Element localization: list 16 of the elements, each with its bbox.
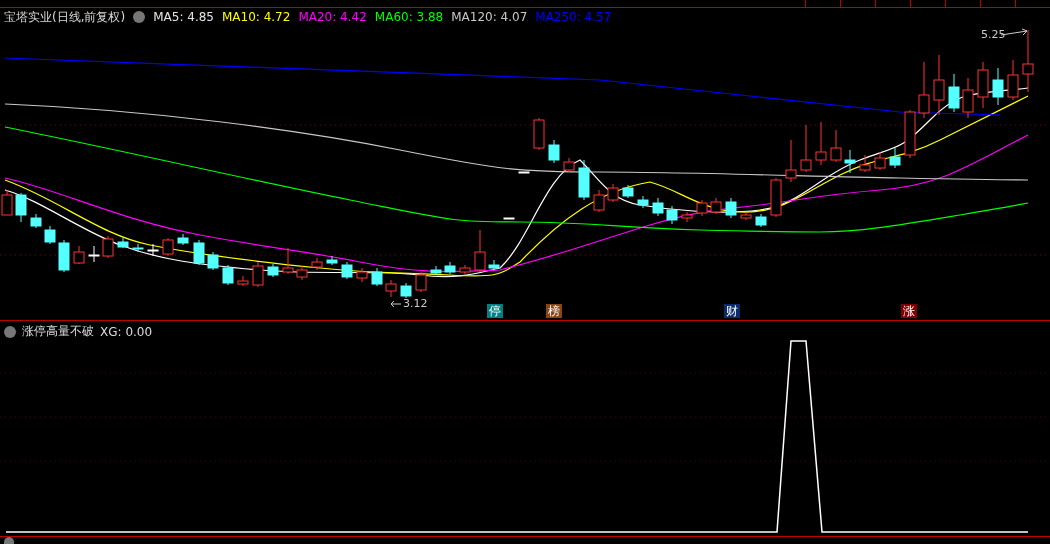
ma-legend-item: MA250: 4.57 bbox=[535, 10, 612, 24]
high-price-label: 5.25 bbox=[981, 28, 1006, 41]
ma-legend-item: MA10: 4.72 bbox=[221, 10, 291, 24]
arrow-icon bbox=[390, 300, 402, 308]
event-marker[interactable]: 财 bbox=[724, 304, 740, 318]
event-marker[interactable]: 榜 bbox=[546, 304, 562, 318]
low-price-label: 3.12 bbox=[403, 297, 428, 310]
ma-legend-item: MA120: 4.07 bbox=[451, 10, 528, 24]
indicator-value: XG: 0.00 bbox=[100, 324, 153, 339]
ma-legend-item: MA60: 3.88 bbox=[374, 10, 444, 24]
indicator-title: 涨停高量不破 bbox=[22, 323, 94, 340]
ma-legend-item: MA5: 4.85 bbox=[153, 10, 214, 24]
stock-title: 宝塔实业(日线,前复权) bbox=[4, 8, 126, 26]
event-marker[interactable]: 停 bbox=[487, 304, 503, 318]
event-marker[interactable]: 涨 bbox=[901, 304, 917, 318]
ma-legend-item: MA20: 4.42 bbox=[298, 10, 367, 24]
